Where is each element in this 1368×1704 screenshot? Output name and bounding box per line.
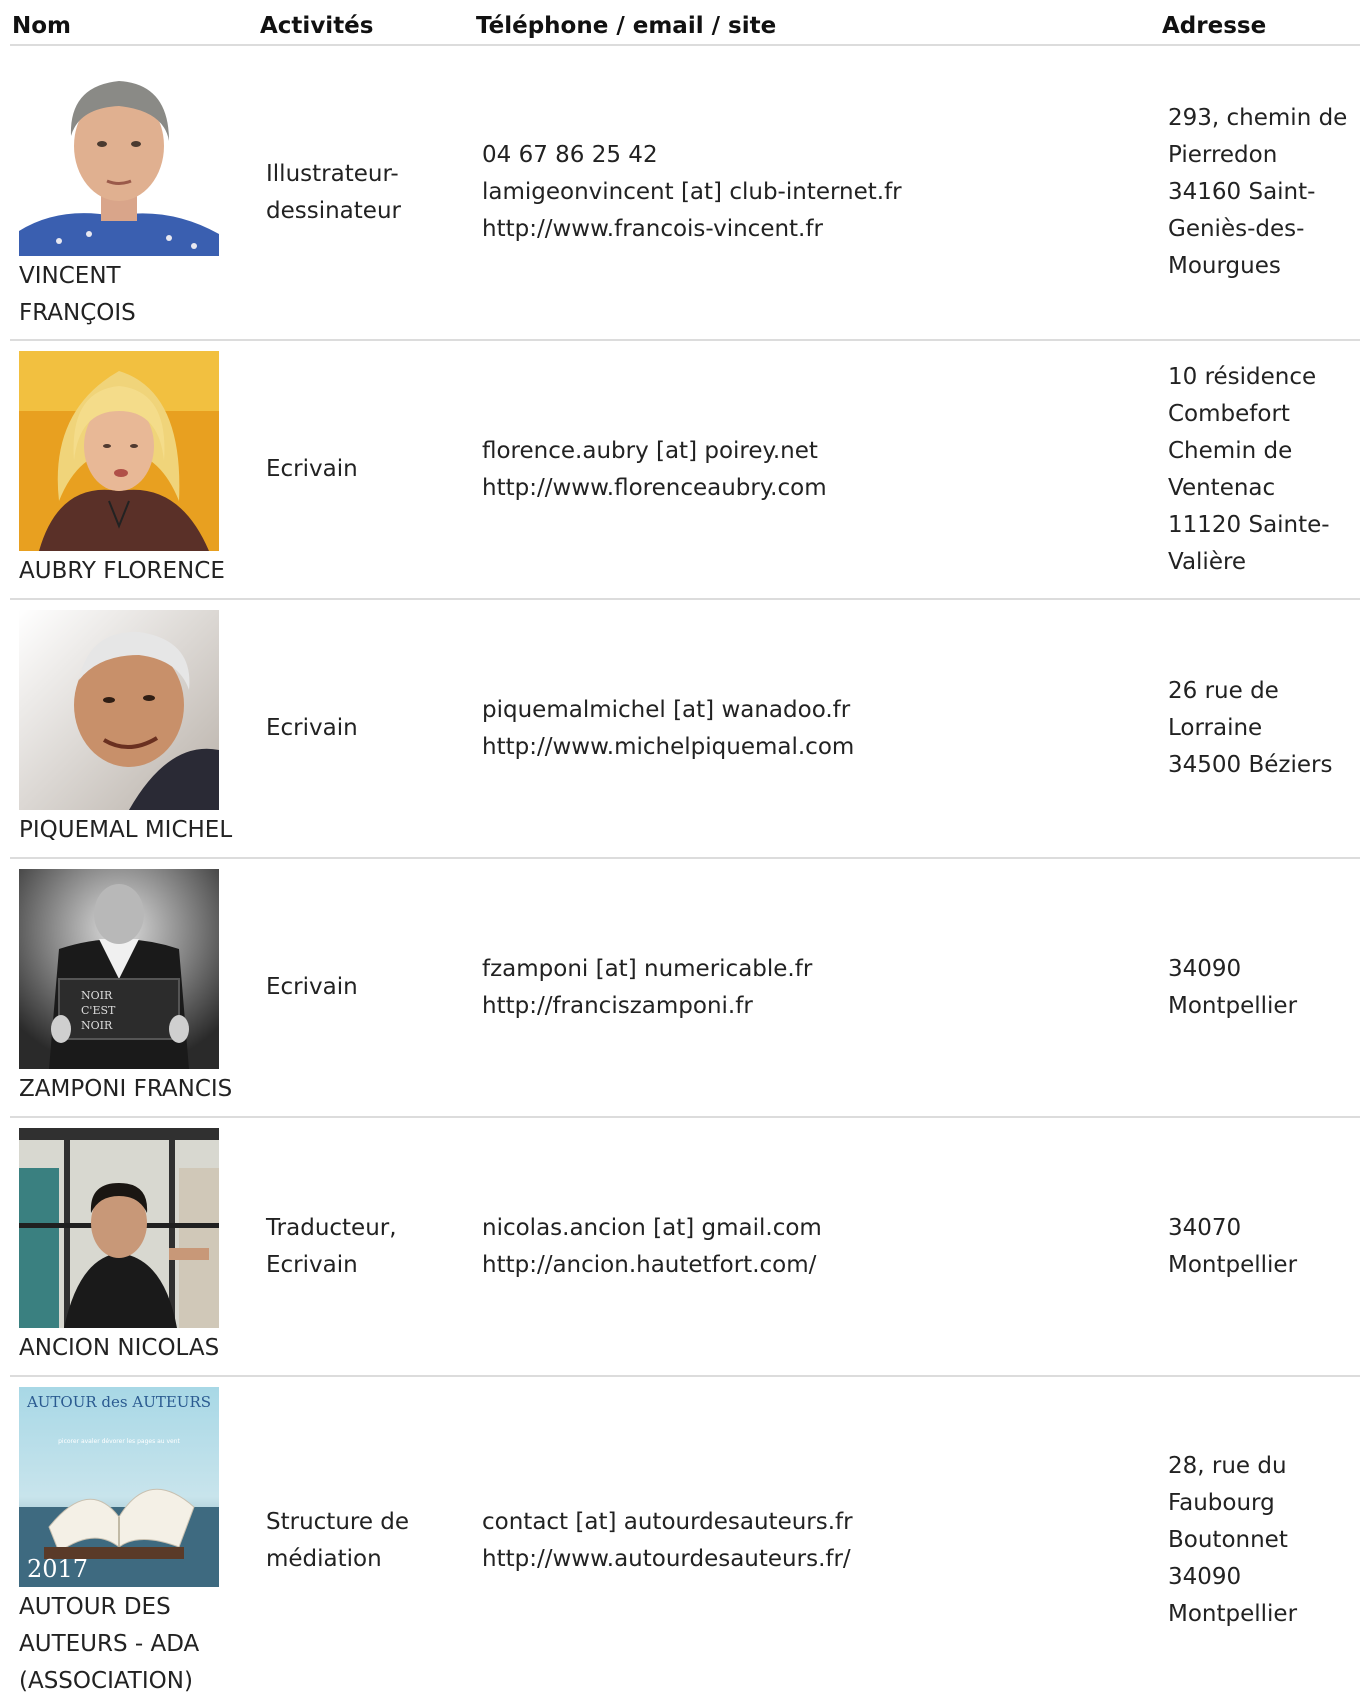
contact-cell: contact [at] autourdesauteurs.fr http://… [474, 1376, 1160, 1704]
activity-cell: Ecrivain [258, 340, 474, 600]
website-link[interactable]: http://ancion.hautetfort.com/ [482, 1247, 1152, 1284]
author-photo[interactable] [19, 1128, 219, 1328]
author-name: VINCENT FRANÇOIS [19, 263, 136, 326]
author-photo[interactable] [19, 56, 219, 256]
email-text: fzamponi [at] numericable.fr [482, 955, 813, 982]
author-name: AUTOUR DES AUTEURS - ADA (ASSOCIATION) [19, 1594, 200, 1694]
name-cell: ANCION NICOLAS [10, 1117, 258, 1377]
logo-title: AUTOUR des AUTEURS [26, 1393, 211, 1411]
activity-cell: Structure de médiation [266, 1508, 410, 1572]
website-link[interactable]: http://franciszamponi.fr [482, 988, 1152, 1025]
logo-year: 2017 [27, 1555, 88, 1583]
name-cell: NOIR C'EST NOIR ZAMPONI FRANCIS [10, 858, 258, 1118]
activity-cell: Ecrivain [258, 858, 474, 1118]
authors-table: Nom Activités Téléphone / email / site A… [10, 0, 1360, 1704]
name-cell: AUTOUR des AUTEURS picorer avaler dévore… [10, 1376, 258, 1704]
name-cell: VINCENT FRANÇOIS [10, 45, 258, 341]
table-row: VINCENT FRANÇOIS Illustrateur- dessinate… [10, 45, 1360, 341]
svg-text:picorer avaler dévorer les pag: picorer avaler dévorer les pages au vent [58, 1438, 180, 1445]
header-name: Nom [10, 0, 258, 46]
website-link[interactable]: http://www.autourdesauteurs.fr/ [482, 1541, 1152, 1578]
table-row: NOIR C'EST NOIR ZAMPONI FRANCIS Ecrivain… [10, 858, 1360, 1118]
association-logo[interactable]: AUTOUR des AUTEURS picorer avaler dévore… [19, 1387, 219, 1587]
address-cell: 34070 Montpellier [1160, 1117, 1360, 1377]
email-text: piquemalmichel [at] wanadoo.fr [482, 696, 851, 723]
website-link[interactable]: http://www.michelpiquemal.com [482, 729, 1152, 766]
activity-cell: Illustrateur- dessinateur [258, 45, 474, 341]
slate-text: NOIR [81, 989, 113, 1002]
header-activity: Activités [258, 0, 474, 46]
website-link[interactable]: http://www.florenceaubry.com [482, 470, 1152, 507]
email-text: contact [at] autourdesauteurs.fr [482, 1508, 853, 1535]
author-photo[interactable]: NOIR C'EST NOIR [19, 869, 219, 1069]
activity-cell: Traducteur, Ecrivain [258, 1117, 474, 1377]
table-row: AUTOUR des AUTEURS picorer avaler dévore… [10, 1376, 1360, 1704]
header-address: Adresse [1160, 0, 1360, 46]
email-text: nicolas.ancion [at] gmail.com [482, 1214, 822, 1241]
header-contact: Téléphone / email / site [474, 0, 1160, 46]
author-name: AUBRY FLORENCE [19, 558, 225, 584]
name-cell: PIQUEMAL MICHEL [10, 599, 258, 859]
phone-text: 04 67 86 25 42 [482, 142, 658, 168]
svg-text:NOIR: NOIR [81, 1019, 113, 1032]
address-cell: 26 rue de Lorraine 34500 Béziers [1160, 599, 1360, 859]
author-photo[interactable] [19, 610, 219, 810]
address-cell: 34090 Montpellier [1160, 858, 1360, 1118]
contact-cell: nicolas.ancion [at] gmail.com http://anc… [474, 1117, 1160, 1377]
address-cell: 10 résidence Combefort Chemin de Ventena… [1160, 340, 1360, 600]
table-row: PIQUEMAL MICHEL Ecrivain piquemalmichel … [10, 599, 1360, 859]
address-cell: 28, rue du Faubourg Boutonnet 34090 Mont… [1168, 1453, 1298, 1627]
website-link[interactable]: http://www.francois-vincent.fr [482, 211, 1152, 248]
contact-cell: 04 67 86 25 42 lamigeonvincent [at] club… [474, 45, 1160, 341]
svg-text:C'EST: C'EST [81, 1004, 116, 1017]
table-row: ANCION NICOLAS Traducteur, Ecrivain nico… [10, 1117, 1360, 1377]
address-cell: 293, chemin de Pierredon 34160 Saint- Ge… [1160, 45, 1360, 341]
contact-cell: florence.aubry [at] poirey.net http://ww… [474, 340, 1160, 600]
email-text: florence.aubry [at] poirey.net [482, 437, 818, 464]
author-name: ANCION NICOLAS [19, 1335, 220, 1361]
contact-cell: fzamponi [at] numericable.fr http://fran… [474, 858, 1160, 1118]
name-cell: AUBRY FLORENCE [10, 340, 258, 600]
header-row: Nom Activités Téléphone / email / site A… [10, 0, 1360, 46]
author-photo[interactable] [19, 351, 219, 551]
contact-cell: piquemalmichel [at] wanadoo.fr http://ww… [474, 599, 1160, 859]
author-name: PIQUEMAL MICHEL [19, 817, 233, 843]
table-row: AUBRY FLORENCE Ecrivain florence.aubry [… [10, 340, 1360, 600]
author-name: ZAMPONI FRANCIS [19, 1076, 233, 1102]
activity-cell: Ecrivain [258, 599, 474, 859]
email-text: lamigeonvincent [at] club-internet.fr [482, 179, 902, 205]
